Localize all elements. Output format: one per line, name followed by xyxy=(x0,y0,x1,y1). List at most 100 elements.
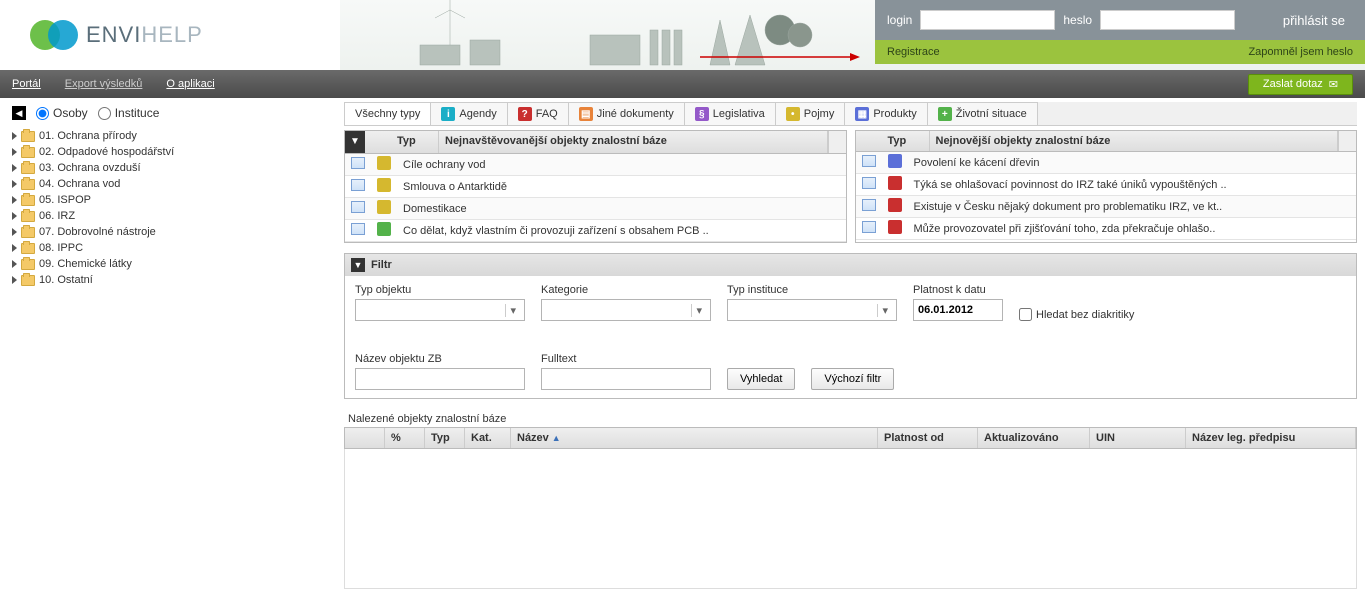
list-item[interactable]: Domestikace xyxy=(345,198,846,220)
col-kat[interactable]: Kat. xyxy=(465,428,511,448)
tree-item[interactable]: 07. Dobrovolné nástroje xyxy=(12,224,328,240)
expand-icon xyxy=(12,212,17,220)
register-link[interactable]: Registrace xyxy=(887,46,940,58)
tab-jiné-dokumenty[interactable]: ▤Jiné dokumenty xyxy=(568,102,685,125)
label-kategorie: Kategorie xyxy=(541,284,711,296)
tab-label: Pojmy xyxy=(804,108,835,120)
tree-item-label: 07. Dobrovolné nástroje xyxy=(39,226,156,238)
item-title: Povolení ke kácení dřevin xyxy=(908,154,1357,172)
col-pct[interactable]: % xyxy=(385,428,425,448)
expand-icon xyxy=(12,148,17,156)
grid-icon xyxy=(351,157,365,169)
menu-portal[interactable]: Portál xyxy=(12,78,41,90)
expand-icon xyxy=(12,196,17,204)
menubar: Portál Export výsledků O aplikaci Zaslat… xyxy=(0,70,1365,98)
col-platnost-od[interactable]: Platnost od xyxy=(878,428,978,448)
select-typ-instituce[interactable]: ▾ xyxy=(727,299,897,321)
default-filter-button[interactable]: Výchozí filtr xyxy=(811,368,894,390)
tab-icon: i xyxy=(441,107,455,121)
input-date[interactable] xyxy=(913,299,1003,321)
tab-pojmy[interactable]: • Pojmy xyxy=(775,102,846,125)
folder-icon xyxy=(21,259,35,270)
grid-icon xyxy=(351,223,365,235)
label-typ-objektu: Typ objektu xyxy=(355,284,525,296)
tab-všechny-typy[interactable]: Všechny typy xyxy=(344,102,431,125)
select-typ-objektu[interactable]: ▾ xyxy=(355,299,525,321)
list-item[interactable]: Může provozovatel při zjišťování toho, z… xyxy=(856,218,1357,240)
col-typ: Typ xyxy=(391,131,439,153)
tree-item-label: 03. Ochrana ovzduší xyxy=(39,162,141,174)
grid-icon xyxy=(862,221,876,233)
logo[interactable]: ENVIHELP xyxy=(0,0,340,70)
login-bar: login heslo přihlásit se xyxy=(875,0,1365,40)
tree-item-label: 06. IRZ xyxy=(39,210,75,222)
radio-instituce[interactable]: Instituce xyxy=(98,106,160,120)
tree-item[interactable]: 10. Ostatní xyxy=(12,272,328,288)
tab-label: Legislativa xyxy=(713,108,765,120)
password-input[interactable] xyxy=(1100,10,1235,30)
search-button[interactable]: Vyhledat xyxy=(727,368,795,390)
item-title: Cíle ochrany vod xyxy=(397,156,846,174)
tab-icon: • xyxy=(786,107,800,121)
tab-faq[interactable]: ? FAQ xyxy=(507,102,569,125)
col-aktualizovano[interactable]: Aktualizováno xyxy=(978,428,1090,448)
radio-osoby[interactable]: Osoby xyxy=(36,106,88,120)
input-nazev[interactable] xyxy=(355,368,525,390)
tree-item-label: 01. Ochrana přírody xyxy=(39,130,137,142)
collapse-icon[interactable]: ◀ xyxy=(12,106,26,120)
checkbox-diakritika[interactable] xyxy=(1019,308,1032,321)
tab-životní-situace[interactable]: +Životní situace xyxy=(927,102,1038,125)
tree-item[interactable]: 05. ISPOP xyxy=(12,192,328,208)
folder-icon xyxy=(21,163,35,174)
tree-item-label: 05. ISPOP xyxy=(39,194,91,206)
label-diakritika: Hledat bez diakritiky xyxy=(1036,309,1134,321)
list-item[interactable]: Týká se ohlašovací povinnost do IRZ také… xyxy=(856,174,1357,196)
label-fulltext: Fulltext xyxy=(541,353,711,365)
type-icon xyxy=(888,220,902,234)
list-item[interactable]: Smlouva o Antarktidě xyxy=(345,176,846,198)
tab-icon: § xyxy=(695,107,709,121)
tree-item[interactable]: 01. Ochrana přírody xyxy=(12,128,328,144)
folder-icon xyxy=(21,195,35,206)
input-fulltext[interactable] xyxy=(541,368,711,390)
tree-item[interactable]: 09. Chemické látky xyxy=(12,256,328,272)
menu-about[interactable]: O aplikaci xyxy=(166,78,214,90)
list-item[interactable]: Povolení ke kácení dřevin xyxy=(856,152,1357,174)
type-icon xyxy=(888,154,902,168)
filter-toggle-icon[interactable]: ▼ xyxy=(351,258,365,272)
expand-icon xyxy=(12,276,17,284)
tree-item[interactable]: 04. Ochrana vod xyxy=(12,176,328,192)
tab-icon: ? xyxy=(518,107,532,121)
send-query-button[interactable]: Zaslat dotaz✉ xyxy=(1248,74,1353,95)
filter-box: ▼Filtr Typ objektu▾ Kategorie▾ Typ insti… xyxy=(344,253,1357,399)
tab-label: FAQ xyxy=(536,108,558,120)
col-typ[interactable]: Typ xyxy=(425,428,465,448)
tree-item-label: 10. Ostatní xyxy=(39,274,93,286)
menu-export[interactable]: Export výsledků xyxy=(65,78,143,90)
tree-item[interactable]: 02. Odpadové hospodářství xyxy=(12,144,328,160)
tree-item[interactable]: 08. IPPC xyxy=(12,240,328,256)
list-item[interactable]: Existuje v Česku nějaký dokument pro pro… xyxy=(856,196,1357,218)
col-nazev[interactable]: Název▲ xyxy=(511,428,878,448)
tab-label: Životní situace xyxy=(956,108,1027,120)
forgot-password-link[interactable]: Zapomněl jsem heslo xyxy=(1248,46,1353,58)
list-item[interactable]: Co dělat, když vlastním či provozuji zař… xyxy=(345,220,846,242)
tab-agendy[interactable]: iAgendy xyxy=(430,102,507,125)
login-button[interactable]: přihlásit se xyxy=(1275,9,1353,32)
results-title: Nalezené objekty znalostní báze xyxy=(344,411,1357,427)
col-uin[interactable]: UIN xyxy=(1090,428,1186,448)
annotation-arrow xyxy=(700,50,860,64)
folder-icon xyxy=(21,131,35,142)
expand-icon xyxy=(12,228,17,236)
panel-toggle-icon[interactable]: ▼ xyxy=(345,131,365,153)
select-kategorie[interactable]: ▾ xyxy=(541,299,711,321)
tab-produkty[interactable]: ▦Produkty xyxy=(844,102,927,125)
tab-legislativa[interactable]: § Legislativa xyxy=(684,102,776,125)
tree-item[interactable]: 06. IRZ xyxy=(12,208,328,224)
tree-item[interactable]: 03. Ochrana ovzduší xyxy=(12,160,328,176)
login-input[interactable] xyxy=(920,10,1055,30)
col-leg-predpis[interactable]: Název leg. předpisu xyxy=(1186,428,1356,448)
type-icon xyxy=(377,156,391,170)
item-title: Domestikace xyxy=(397,200,846,218)
list-item[interactable]: Cíle ochrany vod xyxy=(345,154,846,176)
